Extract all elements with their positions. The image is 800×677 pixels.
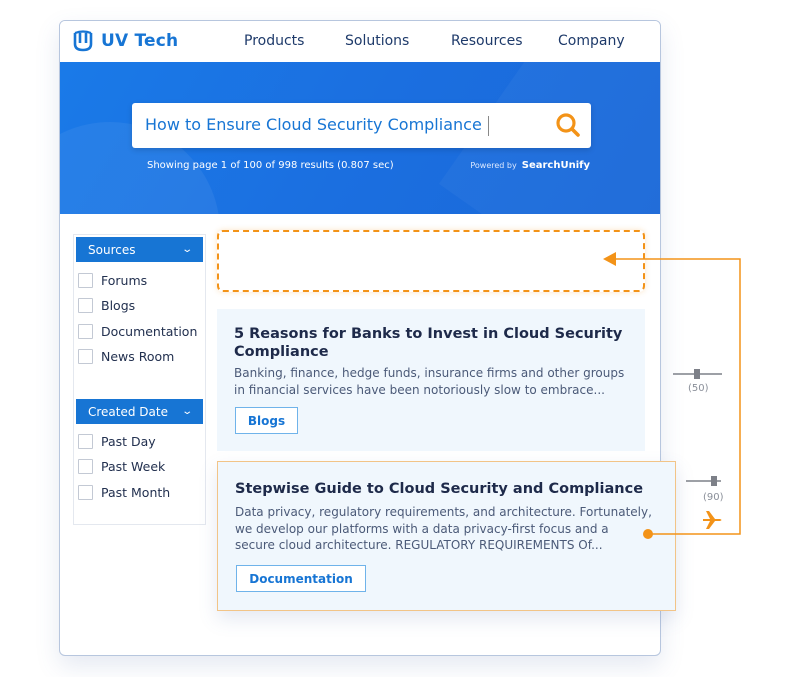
- empty-result-slot: [217, 230, 645, 292]
- facet-option-news-room[interactable]: News Room: [78, 349, 174, 364]
- nav-products[interactable]: Products: [244, 33, 304, 49]
- checkbox[interactable]: [78, 273, 93, 288]
- result-title-line: 5 Reasons for Banks to Invest in Cloud S…: [234, 326, 623, 342]
- brand-name: UV Tech: [101, 31, 179, 51]
- option-label: Forums: [101, 273, 148, 288]
- search-query-text: How to Ensure Cloud Security Compliance: [145, 115, 482, 134]
- facet-sources-header[interactable]: Sources ⌄: [76, 237, 203, 262]
- option-label: Past Day: [101, 434, 156, 449]
- checkbox[interactable]: [78, 485, 93, 500]
- powered-by-label: Powered by: [470, 161, 517, 170]
- search-result-card-dragged[interactable]: Stepwise Guide to Cloud Security and Com…: [217, 461, 676, 611]
- facet-option-past-week[interactable]: Past Week: [78, 459, 165, 474]
- score-label: (50): [688, 383, 709, 394]
- description-line: we develop our platforms with a data pri…: [235, 521, 609, 536]
- brand-logo[interactable]: UV Tech: [71, 30, 178, 52]
- checkbox[interactable]: [78, 349, 93, 364]
- facet-option-blogs[interactable]: Blogs: [78, 298, 135, 313]
- chevron-down-icon: ⌄: [180, 406, 193, 417]
- score-slider-2: [686, 476, 721, 486]
- search-input[interactable]: How to Ensure Cloud Security Compliance: [132, 103, 591, 148]
- checkbox[interactable]: [78, 298, 93, 313]
- facet-option-past-day[interactable]: Past Day: [78, 434, 156, 449]
- text-cursor: [487, 115, 489, 136]
- description-line: in financial services have been notoriou…: [234, 382, 605, 397]
- airplane-icon: [703, 511, 722, 529]
- facet-created-date-header[interactable]: Created Date ⌄: [76, 399, 203, 424]
- result-stats: Showing page 1 of 100 of 998 results (0.…: [147, 160, 394, 171]
- checkbox[interactable]: [78, 434, 93, 449]
- search-hero: How to Ensure Cloud Security Compliance …: [60, 62, 660, 214]
- option-label: Documentation: [101, 324, 198, 339]
- nav-resources[interactable]: Resources: [451, 33, 523, 49]
- powered-by: Powered by SearchUnify: [470, 160, 590, 171]
- checkbox[interactable]: [78, 459, 93, 474]
- facet-option-past-month[interactable]: Past Month: [78, 485, 170, 500]
- option-label: News Room: [101, 349, 175, 364]
- result-description: Data privacy, regulatory requirements, a…: [235, 504, 652, 554]
- result-title[interactable]: 5 Reasons for Banks to Invest in Cloud S…: [234, 325, 622, 361]
- result-title-line: Compliance: [234, 344, 329, 360]
- description-line: Banking, finance, hedge funds, insurance…: [234, 366, 625, 380]
- slider-thumb: [711, 476, 717, 486]
- uv-logo-icon: [73, 30, 93, 52]
- score-slider-1: [673, 369, 722, 379]
- search-icon[interactable]: [555, 112, 581, 138]
- result-title[interactable]: Stepwise Guide to Cloud Security and Com…: [235, 480, 643, 498]
- search-query[interactable]: How to Ensure Cloud Security Compliance: [145, 115, 489, 136]
- facet-option-forums[interactable]: Forums: [78, 273, 147, 288]
- result-tag[interactable]: Documentation: [236, 565, 366, 592]
- facet-title: Sources: [88, 242, 136, 257]
- result-description: Banking, finance, hedge funds, insurance…: [234, 365, 624, 398]
- description-line: Data privacy, regulatory requirements, a…: [235, 505, 652, 519]
- option-label: Past Month: [101, 485, 171, 500]
- option-label: Past Week: [101, 459, 166, 474]
- facet-title: Created Date: [88, 404, 168, 419]
- searchunify-logo: SearchUnify: [521, 160, 590, 171]
- option-label: Blogs: [101, 298, 136, 313]
- slider-thumb: [694, 369, 700, 379]
- chevron-down-icon: ⌄: [180, 244, 193, 255]
- filter-sidebar: Sources ⌄ Forums Blogs Documentation New…: [73, 234, 206, 525]
- description-line: secure cloud architecture. REGULATORY RE…: [235, 538, 603, 552]
- nav-company[interactable]: Company: [558, 33, 625, 49]
- score-label: (90): [703, 492, 724, 503]
- search-result-card[interactable]: 5 Reasons for Banks to Invest in Cloud S…: [217, 309, 645, 451]
- result-tag[interactable]: Blogs: [235, 407, 298, 434]
- facet-option-documentation[interactable]: Documentation: [78, 324, 197, 339]
- navbar: UV Tech Products Solutions Resources Com…: [60, 21, 660, 62]
- checkbox[interactable]: [78, 324, 93, 339]
- nav-solutions[interactable]: Solutions: [345, 33, 409, 49]
